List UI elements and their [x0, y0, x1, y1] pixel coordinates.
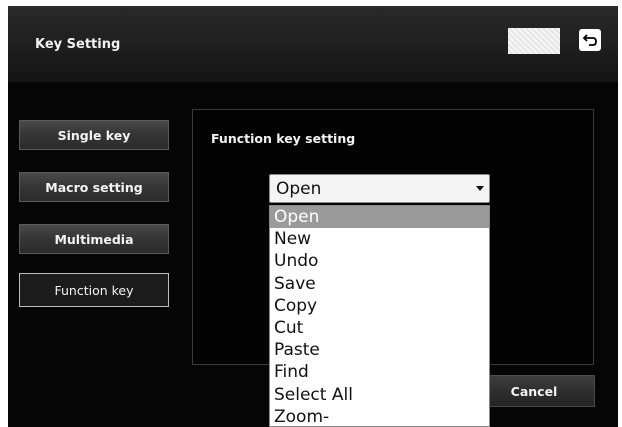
option-cut[interactable]: Cut — [270, 317, 489, 339]
function-select[interactable]: Open — [269, 174, 490, 203]
option-select-all[interactable]: Select All — [270, 384, 489, 406]
option-undo[interactable]: Undo — [270, 250, 489, 272]
window-title: Key Setting — [35, 37, 121, 52]
back-button[interactable] — [579, 29, 601, 51]
option-save[interactable]: Save — [270, 273, 489, 295]
sidebar-item-label: Multimedia — [54, 231, 134, 247]
panel-title: Function key setting — [211, 131, 356, 146]
chevron-down-icon — [476, 186, 484, 191]
sidebar-item-multimedia[interactable]: Multimedia — [19, 224, 169, 254]
title-bar: Key Setting — [8, 6, 618, 82]
color-swatch[interactable] — [508, 28, 560, 54]
return-arrow-icon — [583, 34, 597, 46]
sidebar-item-single-key[interactable]: Single key — [19, 120, 169, 150]
sidebar-item-label: Macro setting — [45, 179, 143, 195]
option-paste[interactable]: Paste — [270, 339, 489, 361]
select-value: Open — [276, 178, 322, 199]
sidebar-item-macro-setting[interactable]: Macro setting — [19, 172, 169, 202]
cancel-button[interactable]: Cancel — [473, 375, 595, 407]
option-open[interactable]: Open — [270, 206, 489, 229]
select-options-list: Open New Undo Save Copy Cut Paste Find S… — [269, 205, 490, 427]
sidebar-item-function-key[interactable]: Function key — [19, 273, 169, 307]
sidebar-item-label: Single key — [57, 127, 131, 143]
sidebar-item-label: Function key — [54, 282, 134, 298]
option-copy[interactable]: Copy — [270, 295, 489, 317]
option-new[interactable]: New — [270, 228, 489, 250]
cancel-button-label: Cancel — [510, 383, 558, 399]
option-find[interactable]: Find — [270, 361, 489, 383]
option-zoom-out[interactable]: Zoom- — [270, 406, 489, 426]
